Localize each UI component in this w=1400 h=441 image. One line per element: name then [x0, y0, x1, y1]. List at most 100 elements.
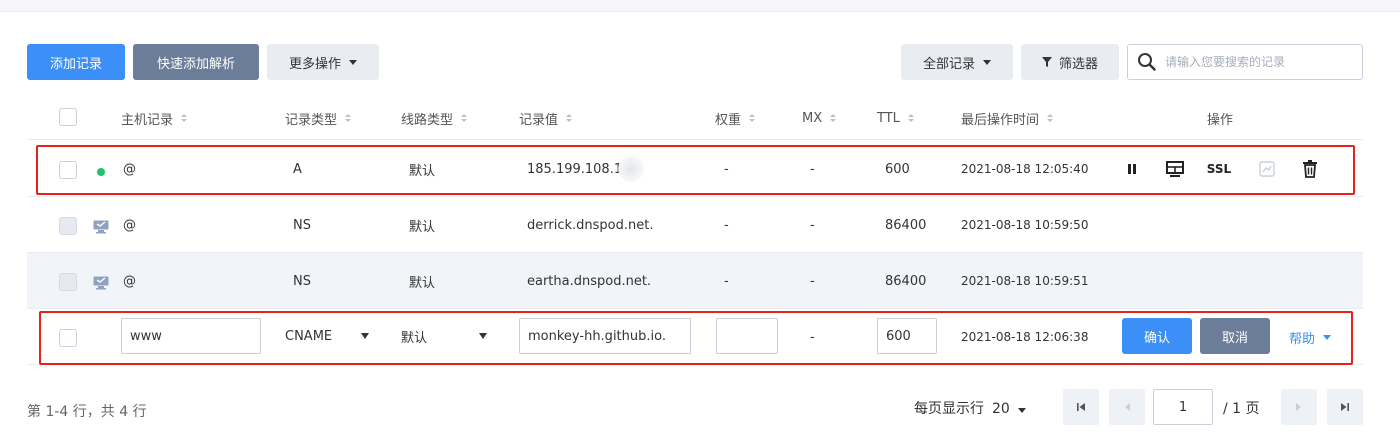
cell-line: 默认	[409, 163, 436, 179]
cell-mx: -	[810, 273, 815, 289]
search-input[interactable]	[1165, 47, 1362, 77]
col-value[interactable]: 记录值	[519, 96, 573, 140]
more-ops-dropdown[interactable]: 更多操作	[267, 44, 379, 80]
trash-icon[interactable]	[1300, 158, 1320, 180]
line-select-value: 默认	[401, 330, 428, 346]
select-all-checkbox[interactable]	[59, 108, 77, 126]
cell-weight: -	[724, 273, 729, 289]
sort-icon	[181, 114, 188, 122]
col-ops-label: 操作	[1207, 112, 1234, 128]
col-weight[interactable]: 权重	[715, 96, 756, 140]
col-line-label: 线路类型	[401, 112, 454, 128]
cell-mx: -	[810, 161, 815, 177]
cell-updated: 2021-08-18 10:59:51	[961, 274, 1089, 288]
cancel-button[interactable]: 取消	[1200, 318, 1270, 354]
weight-input[interactable]	[716, 318, 778, 354]
per-page-select[interactable]: 每页显示行 20	[914, 398, 1026, 418]
system-record-icon	[93, 276, 109, 290]
col-type[interactable]: 记录类型	[285, 96, 352, 140]
filter-label: 筛选器	[1058, 56, 1098, 72]
cell-line: 默认	[409, 219, 436, 235]
chevron-down-icon	[349, 59, 357, 65]
quick-add-label: 快速添加解析	[156, 56, 235, 72]
table-row[interactable]: @ A 默认 185.199.108.1 - - 600 2021-08-18 …	[27, 141, 1363, 197]
col-host[interactable]: 主机记录	[121, 96, 188, 140]
first-page-button[interactable]	[1063, 389, 1099, 425]
prev-page-button[interactable]	[1109, 389, 1145, 425]
line-select[interactable]: 默认	[401, 318, 487, 354]
cell-mx: -	[810, 217, 815, 233]
ttl-input[interactable]: 600	[877, 318, 937, 354]
help-label: 帮助	[1289, 331, 1316, 347]
search-icon	[1138, 53, 1156, 71]
filter-button[interactable]: 筛选器	[1021, 44, 1119, 80]
sort-icon	[566, 114, 573, 122]
per-page-label: 每页显示行	[914, 401, 984, 417]
sort-icon	[345, 114, 352, 122]
col-mx-label: MX	[802, 110, 823, 126]
total-pages: / 1 页	[1223, 401, 1260, 417]
page-number-input[interactable]: 1	[1153, 389, 1213, 425]
table-row[interactable]: @ NS 默认 eartha.dnspod.net. - - 86400 202…	[27, 253, 1363, 309]
cell-updated: 2021-08-18 12:06:38	[961, 330, 1089, 344]
cell-weight: -	[724, 161, 729, 177]
col-ttl[interactable]: TTL	[877, 96, 914, 140]
cell-ttl: 86400	[885, 217, 927, 233]
next-page-button[interactable]	[1281, 389, 1317, 425]
ssl-button[interactable]: SSL	[1203, 159, 1235, 179]
search-box[interactable]	[1127, 44, 1363, 80]
table-header: 主机记录 记录类型 线路类型 记录值 权重 MX TTL 最后操作时间 操作	[27, 96, 1363, 140]
type-select[interactable]: CNAME	[285, 318, 369, 354]
more-ops-label: 更多操作	[288, 56, 341, 72]
top-strip	[0, 0, 1400, 12]
type-select-value: CNAME	[285, 328, 333, 344]
add-record-label: 添加记录	[49, 56, 102, 72]
last-page-button[interactable]	[1327, 389, 1363, 425]
cell-mx: -	[810, 329, 815, 345]
value-input[interactable]: monkey-hh.github.io.	[519, 318, 691, 354]
prev-page-icon	[1125, 403, 1130, 411]
col-ttl-label: TTL	[877, 110, 900, 126]
cell-host: @	[123, 217, 136, 233]
cell-value-text: 185.199.108.1	[527, 161, 623, 177]
table-row[interactable]: @ NS 默认 derrick.dnspod.net. - - 86400 20…	[27, 197, 1363, 253]
chart-disabled-icon	[1257, 159, 1277, 179]
help-dropdown[interactable]: 帮助	[1289, 309, 1332, 365]
edit-row[interactable]: www CNAME 默认 monkey-hh.github.io. - 600 …	[27, 309, 1363, 365]
sort-icon	[830, 114, 837, 122]
row-checkbox-disabled	[59, 217, 77, 235]
cell-type: NS	[293, 273, 311, 289]
cell-host: @	[123, 273, 136, 289]
col-updated-label: 最后操作时间	[961, 112, 1040, 128]
host-input[interactable]: www	[121, 318, 261, 354]
confirm-button[interactable]: 确认	[1122, 318, 1192, 354]
col-value-label: 记录值	[519, 112, 559, 128]
pause-icon[interactable]	[1122, 159, 1142, 179]
row-checkbox[interactable]	[59, 329, 77, 347]
cell-ttl: 86400	[885, 273, 927, 289]
filter-icon	[1041, 57, 1052, 67]
all-records-dropdown[interactable]: 全部记录	[901, 44, 1013, 80]
add-record-button[interactable]: 添加记录	[27, 44, 125, 80]
quick-add-button[interactable]: 快速添加解析	[133, 44, 259, 80]
redaction-blur	[618, 156, 645, 182]
next-page-icon	[1296, 403, 1301, 411]
sort-icon	[749, 114, 756, 122]
cell-weight: -	[724, 217, 729, 233]
cell-value: eartha.dnspod.net.	[527, 273, 652, 289]
cell-updated: 2021-08-18 12:05:40	[961, 162, 1089, 176]
col-line[interactable]: 线路类型	[401, 96, 468, 140]
chevron-down-icon	[983, 59, 991, 65]
col-updated[interactable]: 最后操作时间	[961, 96, 1054, 140]
cell-value: 185.199.108.1	[527, 141, 645, 197]
col-ops: 操作	[1207, 96, 1233, 140]
chevron-down-icon	[1017, 408, 1026, 413]
cell-host: @	[123, 161, 136, 177]
col-weight-label: 权重	[715, 112, 742, 128]
row-checkbox[interactable]	[59, 161, 77, 179]
monitor-panel-icon[interactable]	[1164, 159, 1186, 179]
status-enabled-dot	[97, 168, 105, 176]
chevron-down-icon	[479, 333, 487, 339]
col-mx[interactable]: MX	[802, 96, 837, 140]
sort-icon	[907, 114, 914, 122]
